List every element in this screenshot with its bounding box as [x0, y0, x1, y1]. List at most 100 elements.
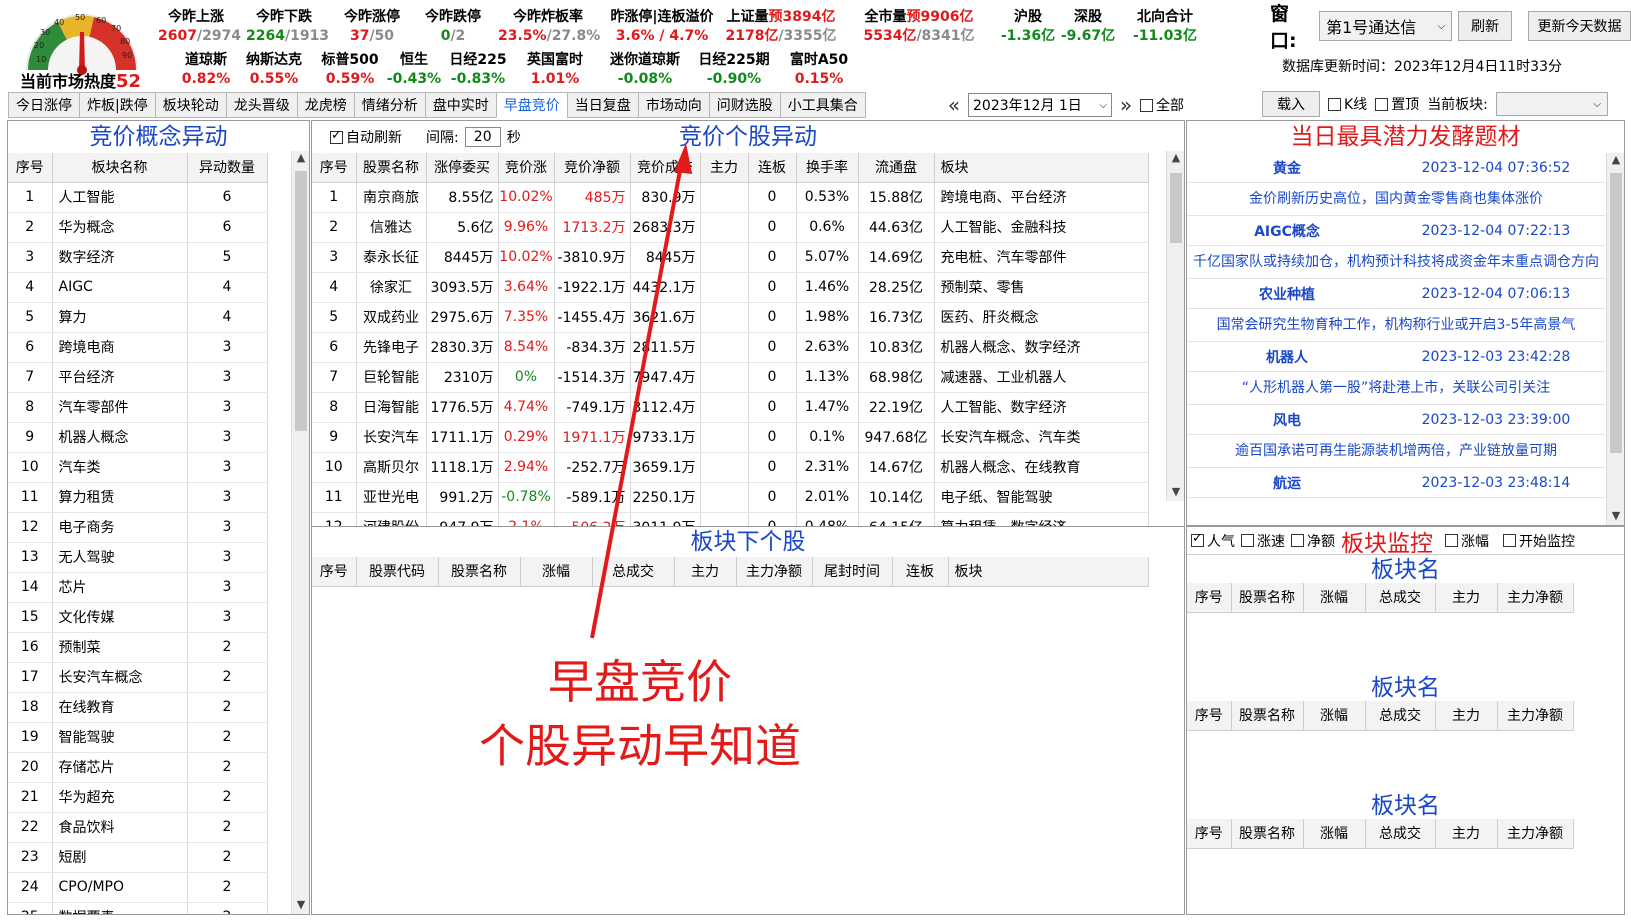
scroll-up-icon[interactable]: ▲: [1607, 153, 1624, 169]
col-header-index[interactable]: 序号: [312, 557, 357, 587]
col-header-total-volume[interactable]: 总成交: [1365, 819, 1436, 849]
table-row[interactable]: 16 预制菜 2: [8, 632, 268, 663]
col-header-stock-name[interactable]: 股票名称: [1231, 583, 1304, 613]
prev-date-icon[interactable]: «: [944, 93, 964, 117]
col-header-consecutive[interactable]: 连板: [892, 557, 949, 587]
table-row[interactable]: 17 长安汽车概念 2: [8, 662, 268, 693]
stock-anomaly-scrollbar[interactable]: ▲ ▼: [1166, 151, 1184, 501]
table-row[interactable]: 2 信雅达 5.6亿 9.96% 1713.2万 2683.3万 0 0.6% 44.63亿 人工…: [312, 212, 1149, 243]
col-header-index[interactable]: 序号: [8, 153, 53, 183]
col-header-change[interactable]: 涨幅: [1303, 583, 1366, 613]
col-header-turnover[interactable]: 换手率: [796, 153, 859, 183]
tab-tools[interactable]: 小工具集合: [779, 92, 866, 118]
scroll-down-icon[interactable]: ▼: [292, 898, 309, 914]
col-header-stock-name[interactable]: 股票名称: [356, 153, 427, 183]
table-row[interactable]: 22 食品饮料 2: [8, 812, 268, 843]
scroll-down-icon[interactable]: ▼: [1167, 485, 1184, 501]
tab-break-limit-down[interactable]: 炸板|跌停: [79, 92, 156, 118]
rise-checkbox[interactable]: 涨幅: [1445, 531, 1489, 551]
theme-item[interactable]: AIGC概念 2023-12-04 07:22:13: [1187, 216, 1605, 246]
popularity-checkbox[interactable]: 人气: [1191, 531, 1235, 551]
kline-checkbox[interactable]: K线: [1328, 94, 1367, 114]
table-row[interactable]: 11 算力租赁 3: [8, 482, 268, 513]
col-header-total-volume[interactable]: 总成交: [592, 557, 675, 587]
table-row[interactable]: 7 平台经济 3: [8, 362, 268, 393]
theme-item[interactable]: 风电 2023-12-03 23:39:00: [1187, 405, 1605, 435]
concept-anomaly-scrollbar[interactable]: ▲ ▼: [291, 151, 309, 914]
table-row[interactable]: 2 华为概念 6: [8, 212, 268, 243]
tab-intraday[interactable]: 盘中实时: [424, 92, 497, 118]
table-row[interactable]: 6 跨境电商 3: [8, 332, 268, 363]
col-header-index[interactable]: 序号: [1187, 701, 1232, 731]
col-header-stock-name[interactable]: 股票名称: [438, 557, 521, 587]
table-row[interactable]: 14 芯片 3: [8, 572, 268, 603]
theme-item[interactable]: 农业种植 2023-12-04 07:06:13: [1187, 279, 1605, 309]
table-row[interactable]: 13 无人驾驶 3: [8, 542, 268, 573]
refresh-button[interactable]: 刷新: [1458, 11, 1512, 41]
col-header-auction-change[interactable]: 竞价涨: [498, 153, 555, 183]
col-header-index[interactable]: 序号: [1187, 819, 1232, 849]
scrollbar-thumb[interactable]: [1610, 173, 1622, 453]
col-header-consecutive[interactable]: 连板: [748, 153, 797, 183]
col-header-auction-volume[interactable]: 竞价成交: [630, 153, 701, 183]
scroll-up-icon[interactable]: ▲: [292, 151, 309, 167]
col-header-stock-name[interactable]: 股票名称: [1231, 819, 1304, 849]
col-header-main-force[interactable]: 主力: [700, 153, 749, 183]
col-header-main-net[interactable]: 主力净额: [1497, 819, 1574, 849]
table-row[interactable]: 20 存储芯片 2: [8, 752, 268, 783]
col-header-main-force[interactable]: 主力: [1435, 583, 1498, 613]
table-row[interactable]: 9 机器人概念 3: [8, 422, 268, 453]
table-row[interactable]: 1 南京商旅 8.55亿 10.02% 485万 830.9万 0 0.53% 15.88亿 跨境…: [312, 182, 1149, 213]
tab-dragon-tiger[interactable]: 龙虎榜: [296, 92, 355, 118]
tab-sentiment[interactable]: 情绪分析: [353, 92, 426, 118]
col-header-main-force[interactable]: 主力: [1435, 701, 1498, 731]
table-row[interactable]: 4 AIGC 4: [8, 272, 268, 303]
table-row[interactable]: 25数据要素2: [8, 902, 268, 914]
table-row[interactable]: 8 日海智能 1776.5万 4.74% -749.1万 3112.4万 0 1.47% 22.…: [312, 392, 1149, 423]
table-row[interactable]: 11 亚世光电 991.2万 -0.78% -589.1万 2250.1万 0 2.01% 10…: [312, 482, 1149, 513]
col-header-index[interactable]: 序号: [1187, 583, 1232, 613]
table-row[interactable]: 23 短剧 2: [8, 842, 268, 873]
col-header-main-force[interactable]: 主力: [1435, 819, 1498, 849]
tab-daily-review[interactable]: 当日复盘: [566, 92, 639, 118]
update-today-data-button[interactable]: 更新今天数据: [1527, 11, 1631, 41]
scroll-up-icon[interactable]: ▲: [1167, 151, 1184, 167]
hot-theme-scrollbar[interactable]: ▲ ▼: [1606, 153, 1624, 525]
col-header-main-net[interactable]: 主力净额: [1497, 701, 1574, 731]
table-row[interactable]: 24 CPO/MPO 2: [8, 872, 268, 903]
tab-today-limit-up[interactable]: 今日涨停: [8, 92, 80, 118]
table-row[interactable]: 10 汽车类 3: [8, 452, 268, 483]
tab-wencai-picker[interactable]: 问财选股: [708, 92, 781, 118]
col-header-change[interactable]: 涨幅: [1303, 819, 1366, 849]
table-row[interactable]: 21 华为超充 2: [8, 782, 268, 813]
table-row[interactable]: 18 在线教育 2: [8, 692, 268, 723]
col-header-stock-name[interactable]: 股票名称: [1231, 701, 1304, 731]
current-sector-select[interactable]: ⌵: [1495, 92, 1608, 116]
next-date-icon[interactable]: »: [1116, 93, 1136, 117]
table-row[interactable]: 10 高斯贝尔 1118.1万 2.94% -252.7万 3659.1万 0 2.31% 14…: [312, 452, 1149, 483]
col-header-sector-name[interactable]: 板块名称: [52, 153, 188, 183]
col-header-anomaly-count[interactable]: 异动数量: [187, 153, 268, 183]
col-header-auction-net[interactable]: 竞价净额: [554, 153, 631, 183]
table-row[interactable]: 5 双成药业 2975.6万 7.35% -1455.4万 3621.6万 0 1.98% 16…: [312, 302, 1149, 333]
table-row[interactable]: 4 徐家汇 3093.5万 3.64% -1922.1万 4432.1万 0 1.46% 28.…: [312, 272, 1149, 303]
col-header-index[interactable]: 序号: [312, 153, 357, 183]
table-row[interactable]: 15 文化传媒 3: [8, 602, 268, 633]
tab-market-trend[interactable]: 市场动向: [637, 92, 710, 118]
col-header-float-cap[interactable]: 流通盘: [858, 153, 935, 183]
col-header-limit-bid[interactable]: 涨停委买: [426, 153, 499, 183]
table-row[interactable]: 19 智能驾驶 2: [8, 722, 268, 753]
col-header-sector[interactable]: 板块: [934, 153, 1149, 183]
table-row[interactable]: 1 人工智能 6: [8, 182, 268, 213]
interval-input[interactable]: 20: [464, 127, 501, 147]
col-header-sector[interactable]: 板块: [948, 557, 1149, 587]
col-header-main-net[interactable]: 主力净额: [736, 557, 813, 587]
col-header-main-net[interactable]: 主力净额: [1497, 583, 1574, 613]
tab-morning-auction[interactable]: 早盘竞价: [495, 92, 568, 118]
col-header-main-force[interactable]: 主力: [674, 557, 737, 587]
net-checkbox[interactable]: 净额: [1291, 531, 1335, 551]
col-header-total-volume[interactable]: 总成交: [1365, 583, 1436, 613]
scrollbar-thumb[interactable]: [1170, 173, 1182, 243]
col-header-stock-code[interactable]: 股票代码: [356, 557, 439, 587]
col-header-change[interactable]: 涨幅: [520, 557, 593, 587]
